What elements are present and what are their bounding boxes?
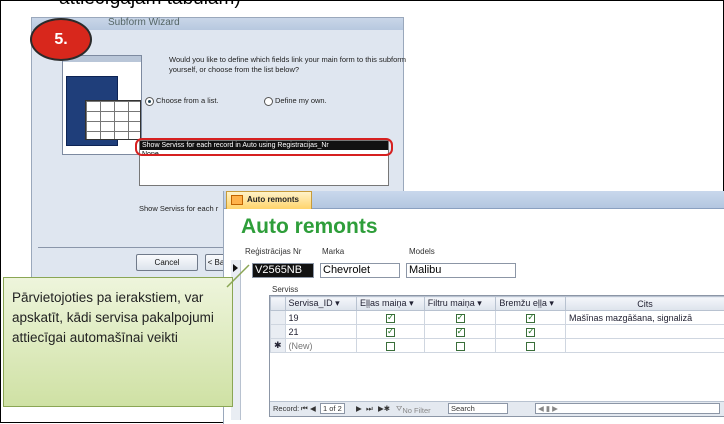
checkbox-checked-icon [386,314,395,323]
prev-record-icon[interactable]: ◀ [310,404,316,413]
radio-choose-from-list[interactable]: Choose from a list. [145,96,219,106]
search-input[interactable]: Search [448,403,508,414]
form-title: Auto remonts [241,215,378,239]
callout-note: Pārvietojoties pa ierakstiem, var apskat… [3,277,233,407]
cell-servisa-id[interactable]: 19 [285,311,356,325]
table-row[interactable]: 19 Mašīnas mazgāšana, signalizā [271,311,724,325]
cell-checkbox[interactable] [496,325,566,339]
radio-define-my-own[interactable]: Define my own. [264,96,327,106]
column-header[interactable]: Cits [566,297,724,311]
wizard-question: Would you like to define which fields li… [169,55,409,75]
column-header[interactable]: Eļļas maiņa ▾ [357,297,425,311]
checkbox-checked-icon [456,328,465,337]
cancel-button[interactable]: Cancel [136,254,198,271]
checkbox-checked-icon [526,314,535,323]
checkbox-empty-icon [456,342,465,351]
wizard-show-text: Show Serviss for each r [139,204,218,213]
cell-cits[interactable] [566,339,724,353]
new-row-asterisk-icon: ✱ [271,339,286,353]
radio-dot-selected-icon [145,97,154,106]
record-label: Record: [273,404,299,413]
table-row[interactable]: 21 [271,325,724,339]
header-selector [271,297,286,311]
column-header[interactable]: Servisa_ID ▾ [285,297,356,311]
serviss-datasheet: Servisa_ID ▾ Eļļas maiņa ▾ Filtru maiņa … [270,296,724,353]
first-record-icon[interactable]: ⏮ [301,404,308,414]
checkbox-empty-icon [386,342,395,351]
document-tab-bar: Auto remonts [224,191,724,209]
cell-checkbox[interactable] [496,339,566,353]
wizard-preview-icon [62,55,142,155]
table-row-new[interactable]: ✱ (New) [271,339,724,353]
cell-checkbox[interactable] [357,325,425,339]
cell-checkbox[interactable] [424,325,496,339]
models-field[interactable]: Malibu [406,263,516,278]
row-selector[interactable] [271,311,286,325]
highlight-ring [135,138,393,156]
checkbox-empty-icon [526,342,535,351]
checkbox-checked-icon [386,328,395,337]
step-badge: 5. [30,18,92,61]
cell-checkbox[interactable] [424,339,496,353]
new-record-icon[interactable]: ▶✱ [378,404,390,413]
label-models: Models [409,247,435,256]
serviss-subform: Servisa_ID ▾ Eļļas maiņa ▾ Filtru maiņa … [269,295,724,417]
no-filter-button[interactable]: ⛛ No Filter [396,404,402,414]
slide-frame: attiecīgajām tabulām) Subform Wizard Wou… [0,0,724,423]
form-icon [231,195,243,205]
cell-new[interactable]: (New) [285,339,356,353]
marka-field[interactable]: Chevrolet [320,263,400,278]
checkbox-checked-icon [526,328,535,337]
last-record-icon[interactable]: ⏭ [366,404,373,414]
cell-servisa-id[interactable]: 21 [285,325,356,339]
cell-cits[interactable]: Mašīnas mazgāšana, signalizā [566,311,724,325]
record-navigation-bar: Record: ⏮ ◀ 1 of 2 ▶ ⏭ ▶✱ ⛛ No Filter Se… [270,401,724,416]
cell-checkbox[interactable] [496,311,566,325]
cell-checkbox[interactable] [424,311,496,325]
wizard-title: Subform Wizard [108,17,180,28]
cell-cits[interactable] [566,325,724,339]
label-serviss: Serviss [272,285,298,294]
label-reg-nr: Reģistrācijas Nr [245,247,301,256]
reg-nr-field[interactable]: V2565NB [252,263,314,278]
cell-checkbox[interactable] [357,311,425,325]
current-record-arrow-icon [233,264,238,272]
label-marka: Marka [322,247,344,256]
row-selector[interactable] [271,325,286,339]
record-position[interactable]: 1 of 2 [320,403,345,414]
auto-remonts-form: Auto remonts Auto remonts Reģistrācijas … [223,191,724,424]
cell-checkbox[interactable] [357,339,425,353]
radio-dot-icon [264,97,273,106]
horizontal-scrollbar[interactable]: ◀ ▮ ▶ [535,403,720,414]
slide-top-text: attiecīgajām tabulām) [59,0,241,10]
next-record-icon[interactable]: ▶ [356,404,362,413]
column-header[interactable]: Filtru maiņa ▾ [424,297,496,311]
tab-auto-remonts[interactable]: Auto remonts [226,191,312,209]
checkbox-checked-icon [456,314,465,323]
column-header[interactable]: Bremžu eļļa ▾ [496,297,566,311]
